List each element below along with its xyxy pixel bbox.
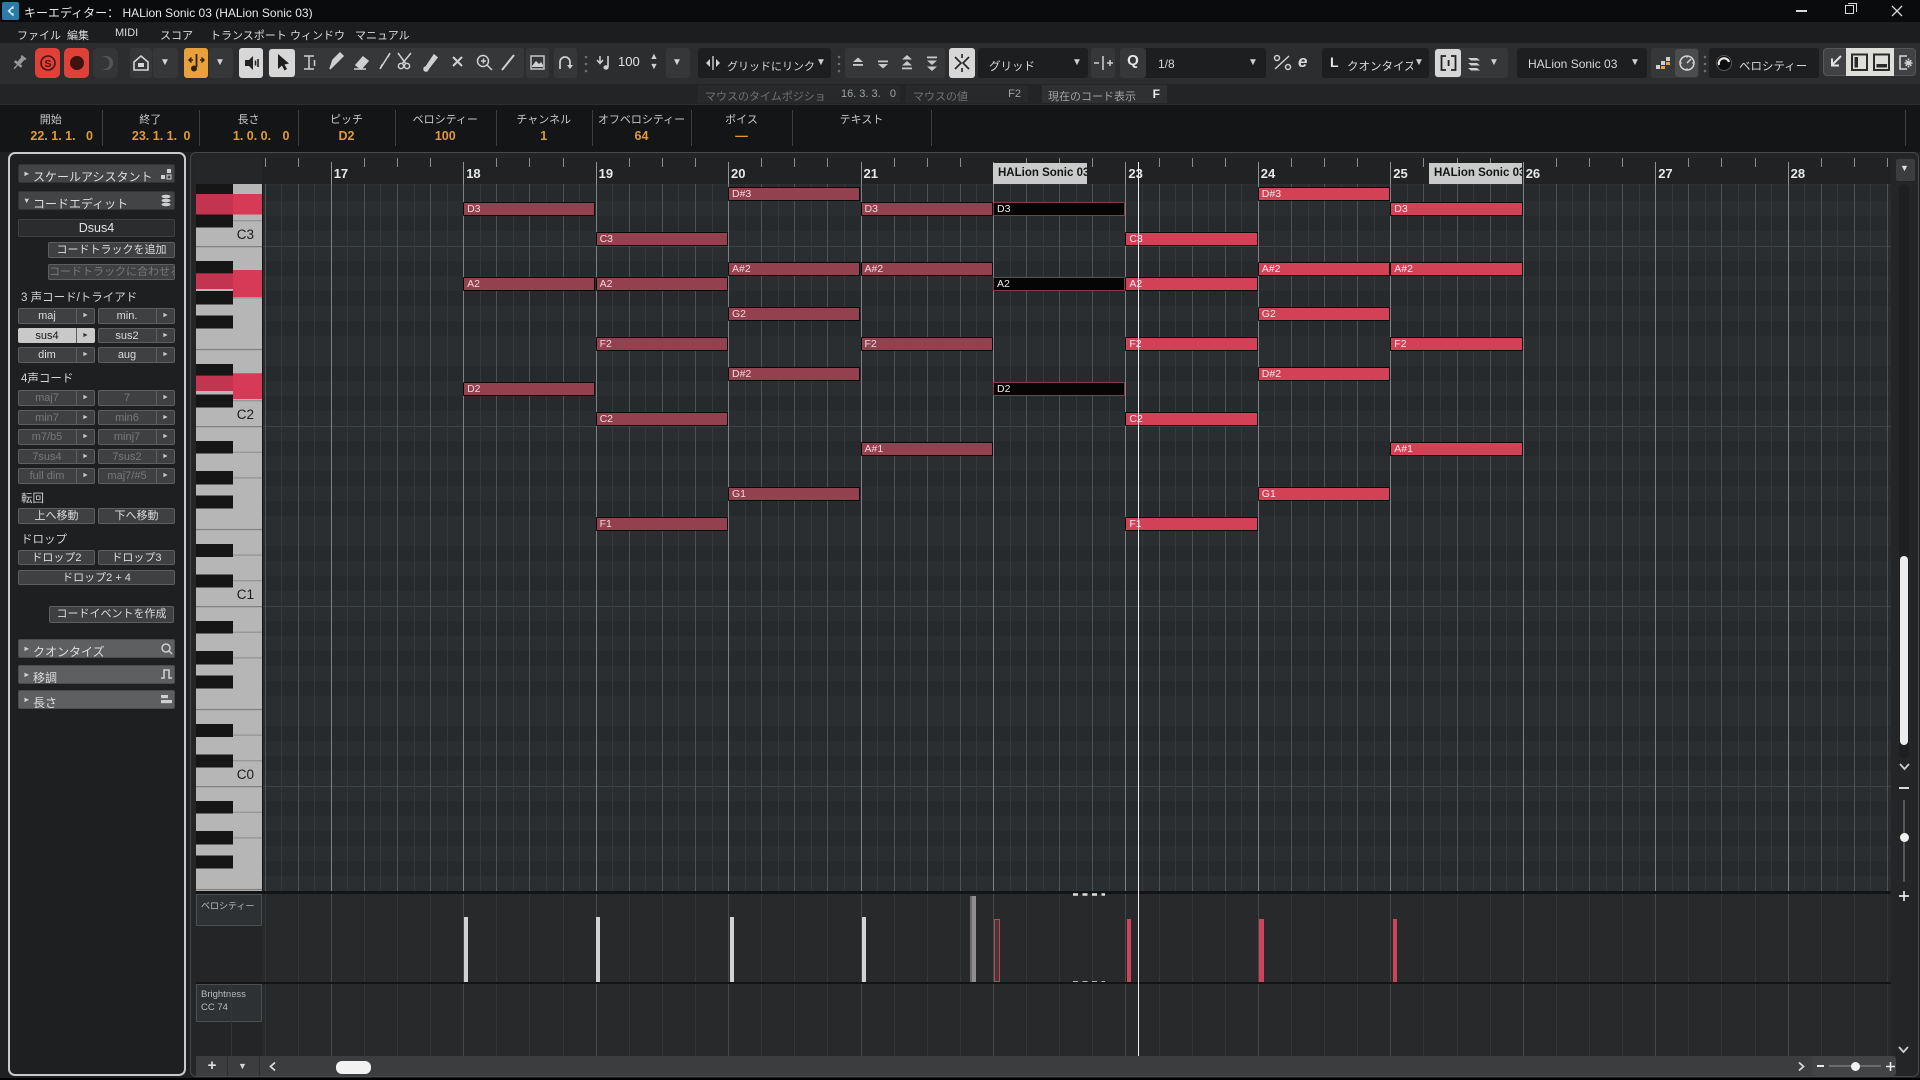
svg-text:S: S	[44, 58, 51, 70]
svg-text:C3: C3	[237, 227, 254, 242]
svg-text:C2: C2	[237, 407, 254, 422]
svg-text:C0: C0	[237, 767, 254, 782]
svg-text:C1: C1	[237, 587, 254, 602]
